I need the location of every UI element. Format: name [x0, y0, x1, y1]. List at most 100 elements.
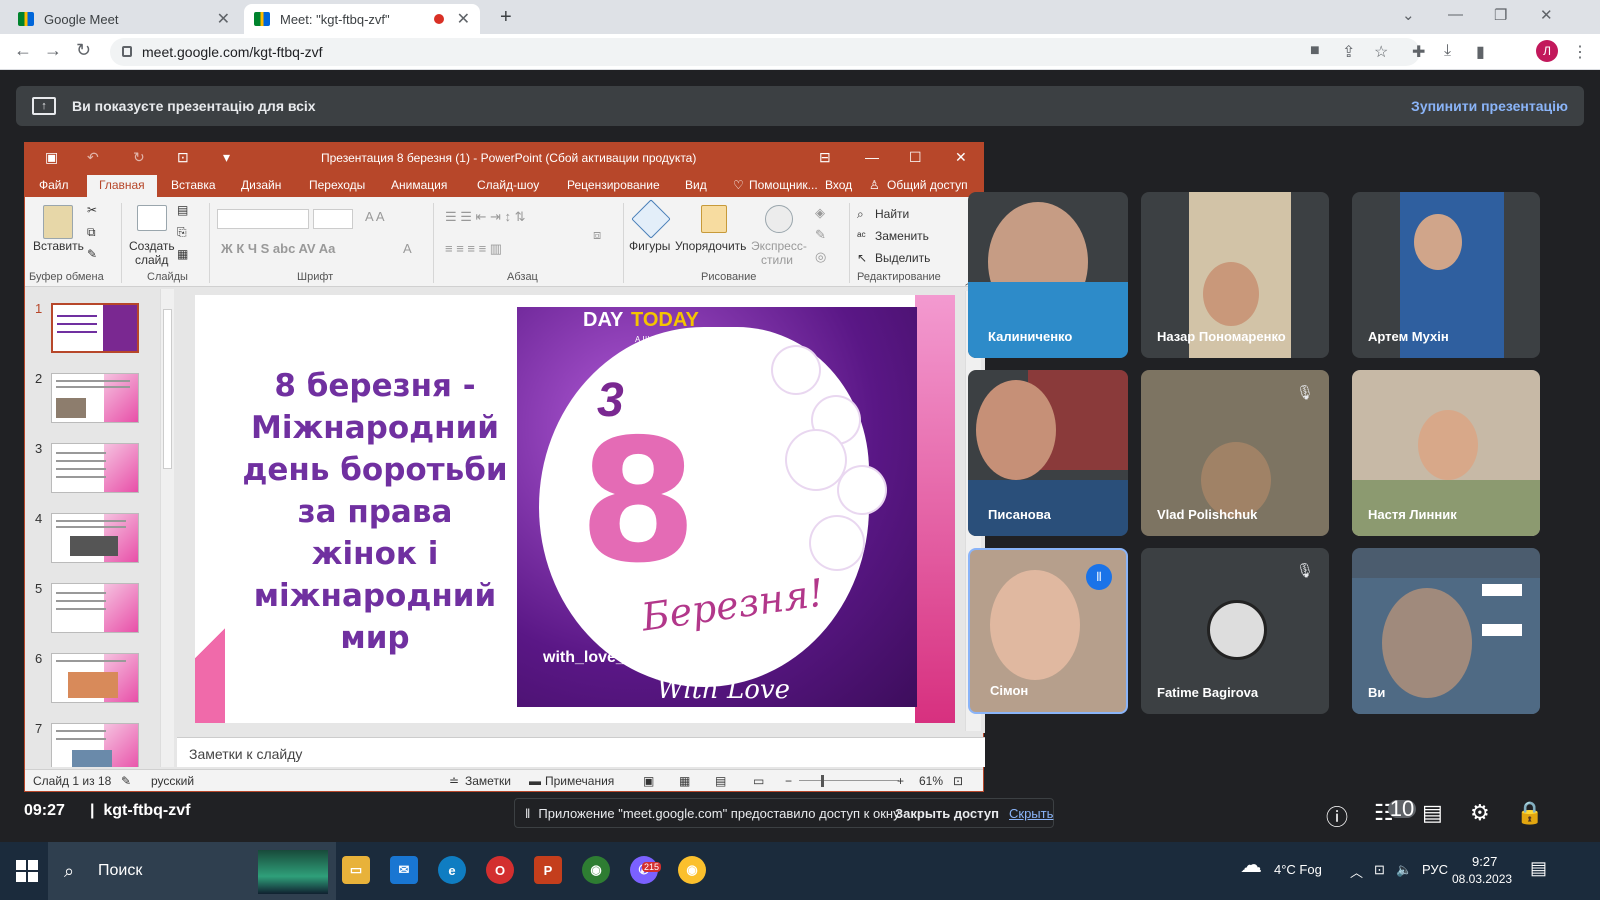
close-window-button[interactable]: ✕ — [1540, 6, 1553, 24]
layout-icon[interactable]: ▤ — [177, 203, 188, 217]
participant-tile[interactable]: Настя Линник — [1352, 370, 1540, 536]
font-color-icon[interactable]: A — [403, 241, 412, 256]
chrome-profile-icon[interactable]: ◉ — [582, 856, 610, 884]
paste-button[interactable]: Вставить — [33, 239, 84, 253]
restore-button[interactable]: ❐ — [1494, 6, 1507, 24]
tell-me-search[interactable]: Помощник... — [749, 178, 818, 192]
slide-thumb-6[interactable] — [51, 653, 139, 703]
extensions-icon[interactable]: ✚ — [1412, 42, 1425, 62]
file-explorer-icon[interactable]: ▭ — [342, 856, 370, 884]
menu-icon[interactable]: ⋮ — [1572, 42, 1588, 62]
volume-icon[interactable]: 🔈 — [1396, 862, 1412, 878]
participant-tile[interactable]: Назар Пономаренко — [1141, 192, 1329, 358]
slide-thumb-3[interactable] — [51, 443, 139, 493]
thumbnail-scrollbar[interactable] — [160, 289, 174, 767]
chat-icon[interactable]: ▤ — [1422, 800, 1443, 826]
participant-tile[interactable]: 🎙 Fatime Bagirova — [1141, 548, 1329, 714]
tab-home[interactable]: Главная — [87, 175, 157, 197]
current-slide[interactable]: 8 березня - Міжнародний день боротьби за… — [195, 295, 955, 723]
activities-icon[interactable]: ⚙ — [1470, 800, 1490, 826]
windows-start-icon[interactable] — [16, 860, 38, 882]
shapes-icon[interactable] — [631, 199, 671, 239]
camera-icon[interactable]: ■ — [1310, 42, 1320, 60]
tray-date[interactable]: 08.03.2023 — [1452, 872, 1512, 886]
minimize-button[interactable]: — — [865, 149, 879, 165]
reset-icon[interactable]: ⎘ — [177, 225, 187, 240]
reading-view-icon[interactable]: ▤ — [715, 774, 726, 788]
fit-slide-icon[interactable]: ⊡ — [953, 774, 963, 788]
slide-thumb-4[interactable] — [51, 513, 139, 563]
info-icon[interactable]: ⓘ — [1326, 800, 1348, 832]
notifications-icon[interactable]: ▤ — [1530, 858, 1547, 879]
align-buttons[interactable]: ≡ ≡ ≡ ≡ ▥ — [445, 241, 502, 257]
scroll-thumb[interactable] — [163, 309, 172, 469]
list-buttons[interactable]: ☰ ☰ ⇤ ⇥ ↕ ⇅ — [445, 209, 526, 225]
undo-icon[interactable]: ↶ — [87, 149, 99, 166]
tab-transitions[interactable]: Переходы — [309, 178, 365, 192]
normal-view-icon[interactable]: ▣ — [643, 774, 654, 788]
present-from-start-icon[interactable]: ⊡ — [177, 149, 189, 166]
share-icon[interactable]: ⇪ — [1342, 42, 1355, 62]
customize-qat-icon[interactable]: ▾ — [223, 149, 230, 166]
shapes-button[interactable]: Фигуры — [629, 239, 670, 253]
bookmark-star-icon[interactable]: ☆ — [1374, 42, 1388, 62]
arrange-icon[interactable] — [701, 205, 727, 233]
powerpoint-icon[interactable]: P — [534, 856, 562, 884]
close-icon[interactable]: ✕ — [457, 9, 470, 29]
zoom-out-icon[interactable]: − — [785, 774, 792, 788]
close-window-button[interactable]: ✕ — [955, 149, 967, 166]
new-slide-icon[interactable] — [137, 205, 167, 231]
shape-effects-icon[interactable]: ◎ — [815, 249, 826, 265]
slide-sorter-icon[interactable]: ▦ — [679, 774, 690, 788]
zoom-slider[interactable] — [799, 780, 899, 781]
quick-styles-icon[interactable] — [765, 205, 793, 233]
url-field[interactable]: meet.google.com/kgt-ftbq-zvf — [110, 38, 1420, 66]
comments-button[interactable]: Примечания — [545, 774, 614, 788]
notes-button[interactable]: Заметки — [465, 774, 511, 788]
sidebar-icon[interactable]: ▮ — [1476, 42, 1485, 62]
tab-animation[interactable]: Анимация — [391, 178, 447, 192]
find-button[interactable]: Найти — [875, 207, 909, 221]
slide-thumb-2[interactable] — [51, 373, 139, 423]
slide-thumb-1[interactable] — [51, 303, 139, 353]
close-icon[interactable]: ✕ — [217, 9, 230, 29]
replace-button[interactable]: Заменить — [875, 229, 929, 243]
ribbon-display-icon[interactable]: ⊟ — [819, 149, 831, 166]
tab-view[interactable]: Вид — [685, 178, 707, 192]
grow-font-icon[interactable]: A A — [365, 209, 385, 224]
sign-in-link[interactable]: Вход — [825, 178, 852, 192]
font-size-combo[interactable] — [313, 209, 353, 229]
zoom-level[interactable]: 61% — [919, 774, 943, 788]
shape-fill-icon[interactable]: ◈ — [815, 205, 825, 221]
host-controls-icon[interactable]: 🔒 — [1516, 800, 1543, 826]
tab-search-icon[interactable]: ⌄ — [1402, 6, 1415, 24]
zoom-slider-thumb[interactable] — [821, 775, 824, 787]
tab-file[interactable]: Файл — [39, 178, 69, 192]
font-name-combo[interactable] — [217, 209, 309, 229]
spellcheck-icon[interactable]: ✎ — [121, 774, 131, 788]
taskbar-search[interactable]: ⌕ Поиск — [48, 842, 336, 900]
section-icon[interactable]: ▦ — [177, 247, 188, 261]
maximize-button[interactable]: ☐ — [909, 149, 922, 166]
select-button[interactable]: Выделить — [875, 251, 930, 265]
tab-meet-active[interactable]: Meet: "kgt-ftbq-zvf" ✕ — [244, 4, 480, 34]
participant-tile[interactable]: Калиниченко — [968, 192, 1128, 358]
slide-thumb-5[interactable] — [51, 583, 139, 633]
copy-icon[interactable]: ⧉ — [87, 225, 96, 240]
network-icon[interactable]: ⊡ — [1374, 862, 1385, 878]
tab-slideshow[interactable]: Слайд-шоу — [477, 178, 539, 192]
participant-tile[interactable]: Писанова — [968, 370, 1128, 536]
tray-chevron-icon[interactable]: ︿ — [1350, 862, 1363, 881]
font-format-buttons[interactable]: Ж К Ч S abc AV Aa — [221, 241, 335, 256]
opera-icon[interactable]: O — [486, 856, 514, 884]
shape-outline-icon[interactable]: ✎ — [815, 227, 826, 243]
stop-presenting-button[interactable]: Зупинити презентацію — [1411, 98, 1568, 114]
reload-icon[interactable]: ↻ — [76, 40, 91, 61]
stop-sharing-button[interactable]: Закрыть доступ — [895, 806, 999, 821]
zoom-in-icon[interactable]: + — [897, 774, 904, 788]
text-direction-icon[interactable]: ⧈ — [593, 227, 601, 243]
slideshow-icon[interactable]: ▭ — [753, 774, 764, 788]
chrome-icon[interactable]: ◉ — [678, 856, 706, 884]
download-icon[interactable]: ⤓ — [1444, 42, 1451, 60]
tray-time[interactable]: 9:27 — [1472, 854, 1497, 869]
